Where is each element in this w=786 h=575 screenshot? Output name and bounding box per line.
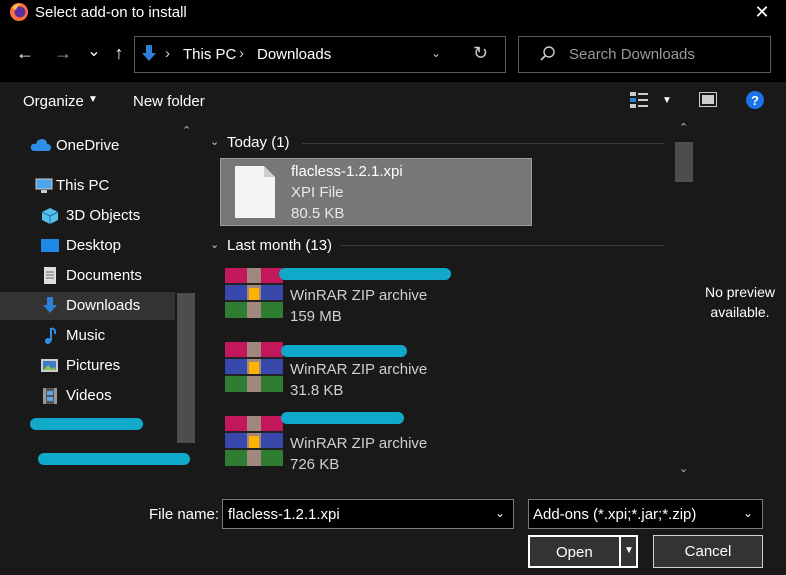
search-icon — [539, 45, 557, 63]
open-button[interactable]: Open ▼ — [528, 535, 638, 568]
download-location-icon — [141, 45, 157, 63]
view-chevron-icon[interactable]: ▼ — [662, 95, 672, 106]
navigation-pane: ⌃ OneDrive This PC 3D Objects Desktop Do… — [0, 120, 197, 483]
chevron-down-icon[interactable]: ⌄ — [743, 506, 753, 520]
new-folder-button[interactable]: New folder — [133, 93, 205, 110]
sidebar-item-pictures[interactable]: Pictures — [0, 352, 175, 380]
sidebar-item-onedrive[interactable]: OneDrive — [0, 132, 175, 160]
file-size: 726 KB — [290, 456, 340, 473]
file-scrollbar-thumb[interactable] — [675, 142, 693, 182]
file-size: 80.5 KB — [291, 205, 345, 222]
sidebar-item-this-pc[interactable]: This PC — [0, 172, 175, 200]
breadcrumb-this-pc[interactable]: This PC — [183, 46, 236, 63]
sidebar-item-label: Documents — [66, 267, 142, 284]
address-dropdown-icon[interactable]: ⌄ — [431, 46, 441, 60]
file-name-input[interactable]: flacless-1.2.1.xpi ⌄ — [222, 499, 514, 529]
search-box[interactable]: Search Downloads — [518, 36, 771, 73]
file-type: WinRAR ZIP archive — [290, 287, 428, 304]
sidebar-item-3d-objects[interactable]: 3D Objects — [0, 202, 175, 230]
video-icon — [40, 387, 60, 405]
recent-locations-button[interactable]: ⌄ — [84, 41, 104, 61]
breadcrumb-separator: › — [239, 45, 244, 62]
sidebar-item-music[interactable]: Music — [0, 322, 175, 350]
collapse-group-icon[interactable]: ⌄ — [210, 135, 219, 148]
sidebar-item-downloads[interactable]: Downloads — [0, 292, 175, 320]
redacted-file-name — [281, 412, 404, 424]
sidebar-item-label: 3D Objects — [66, 207, 141, 224]
sidebar-item-label: This PC — [56, 177, 110, 194]
pictures-icon — [40, 357, 60, 375]
sidebar-item-label: Pictures — [66, 357, 121, 374]
open-options-chevron-icon[interactable]: ▼ — [624, 545, 634, 556]
redacted-file-name — [281, 345, 407, 357]
file-icon — [234, 165, 276, 219]
winrar-archive-icon — [225, 342, 283, 394]
redacted-file-name — [279, 268, 451, 280]
group-divider — [302, 143, 664, 144]
close-button[interactable]: ✕ — [750, 1, 774, 25]
winrar-archive-icon — [225, 416, 283, 468]
scroll-up-icon[interactable]: ⌃ — [182, 124, 191, 137]
preview-pane-icon[interactable] — [699, 92, 717, 107]
sidebar-item-label: Downloads — [66, 297, 141, 314]
download-icon — [40, 297, 60, 315]
chevron-down-icon[interactable]: ⌄ — [495, 506, 505, 520]
preview-message: No preview available. — [704, 284, 776, 320]
file-type-filter[interactable]: Add-ons (*.xpi;*.jar;*.zip) ⌄ — [528, 499, 763, 529]
nav-scrollbar-thumb[interactable] — [177, 293, 195, 443]
redacted-drive-label — [38, 453, 190, 465]
redacted-drive-label — [30, 418, 143, 430]
view-options-icon[interactable] — [630, 91, 650, 109]
file-size: 31.8 KB — [290, 382, 344, 399]
help-icon[interactable]: ? — [745, 90, 765, 110]
preview-pane: No preview available. — [694, 120, 786, 483]
breadcrumb-separator: › — [165, 45, 170, 62]
open-split-divider — [619, 537, 621, 566]
up-button[interactable]: ↑ — [108, 43, 130, 64]
organize-chevron-icon: ▼ — [88, 94, 98, 105]
sidebar-item-label: OneDrive — [56, 137, 120, 154]
group-divider — [340, 245, 664, 246]
sidebar-item-desktop[interactable]: Desktop — [0, 232, 175, 260]
organize-menu[interactable]: Organize — [23, 93, 84, 110]
file-name: flacless-1.2.1.xpi — [291, 163, 403, 180]
file-name-label: File name: — [149, 506, 220, 523]
group-header-last-month[interactable]: Last month (13) — [227, 237, 332, 254]
cancel-button-label: Cancel — [684, 543, 732, 560]
winrar-archive-icon — [225, 268, 283, 320]
file-type: WinRAR ZIP archive — [290, 361, 428, 378]
breadcrumb-downloads[interactable]: Downloads — [257, 46, 331, 63]
sidebar-item-documents[interactable]: Documents — [0, 262, 175, 290]
cancel-button[interactable]: Cancel — [653, 535, 763, 568]
file-name-value: flacless-1.2.1.xpi — [228, 506, 340, 523]
sidebar-item-label: Videos — [66, 387, 112, 404]
cube-icon — [40, 207, 60, 225]
sidebar-item-videos[interactable]: Videos — [0, 382, 175, 410]
file-item-selected[interactable]: flacless-1.2.1.xpi XPI File 80.5 KB — [220, 158, 532, 226]
document-icon — [40, 267, 60, 285]
file-type-filter-value: Add-ons (*.xpi;*.jar;*.zip) — [533, 506, 697, 523]
back-button[interactable]: ← — [12, 43, 38, 64]
forward-button[interactable]: → — [50, 43, 76, 64]
file-type: WinRAR ZIP archive — [290, 435, 428, 452]
collapse-group-icon[interactable]: ⌄ — [210, 238, 219, 251]
file-type: XPI File — [291, 184, 344, 201]
computer-icon — [34, 177, 54, 195]
address-bar[interactable]: › This PC › Downloads ⌄ ↻ — [134, 36, 506, 73]
window-title: Select add-on to install — [35, 4, 187, 21]
search-placeholder: Search Downloads — [569, 46, 695, 63]
scroll-up-icon[interactable]: ⌃ — [679, 121, 688, 134]
open-button-label: Open — [556, 544, 593, 561]
music-icon — [40, 327, 60, 345]
sidebar-item-label: Desktop — [66, 237, 122, 254]
cloud-icon — [30, 137, 51, 155]
file-size: 159 MB — [290, 308, 342, 325]
firefox-icon — [9, 2, 29, 22]
scroll-down-icon[interactable]: ⌄ — [679, 462, 688, 475]
desktop-icon — [40, 237, 60, 255]
svg-text:?: ? — [751, 93, 759, 108]
sidebar-item-label: Music — [66, 327, 106, 344]
refresh-icon[interactable]: ↻ — [473, 43, 488, 64]
group-header-today[interactable]: Today (1) — [227, 134, 290, 151]
